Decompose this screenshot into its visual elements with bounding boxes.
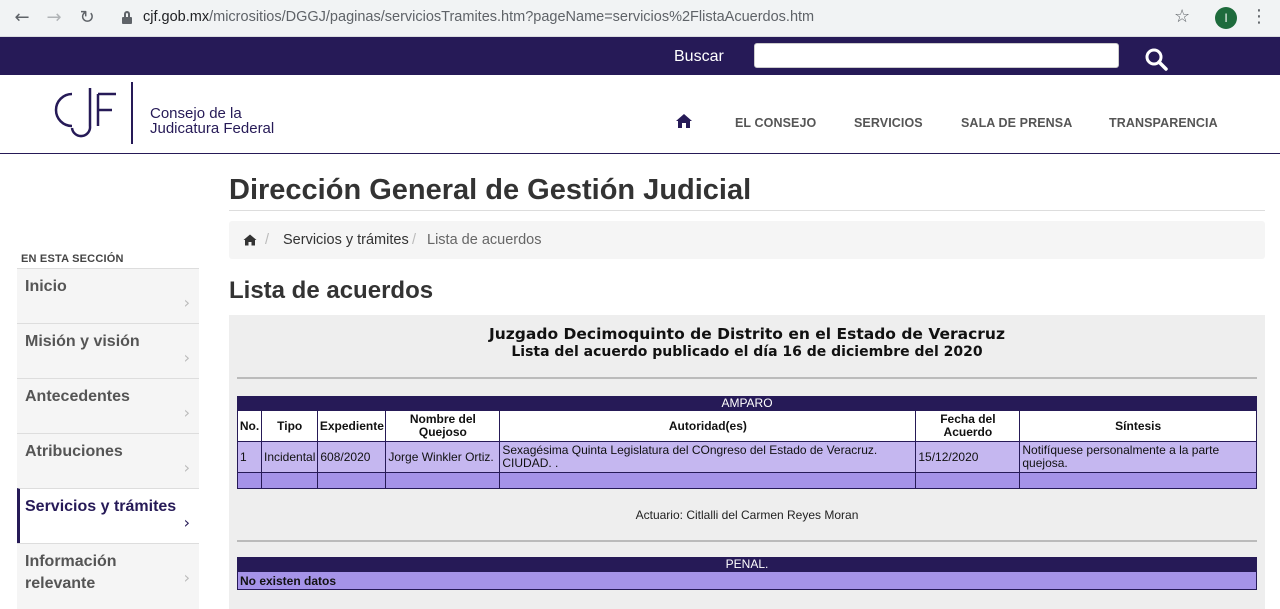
address-bar[interactable]: cjf.gob.mx/micrositios/DGGJ/paginas/serv… [108,4,1204,32]
no-data-message: No existen datos [237,571,1257,590]
sidebar-item-inicio[interactable]: Inicio › [17,268,199,323]
logo-divider [131,82,133,144]
menu-kebab-icon[interactable]: ⋮ [1250,6,1268,27]
amparo-title: AMPARO [237,396,1257,411]
chevron-right-icon: › [183,403,190,422]
table-cell: 1 [237,441,262,473]
chevron-right-icon: › [183,293,190,312]
sidebar-item-label: Misión y visión [25,333,140,350]
column-header: Síntesis [1019,410,1257,442]
url-text[interactable]: cjf.gob.mx/micrositios/DGGJ/paginas/serv… [143,9,814,25]
cjf-logo-mark [54,88,116,138]
penal-table: PENAL. No existen datos [237,557,1257,590]
sidebar-item-label: Servicios y trámites [25,498,177,515]
sidebar-item-label: Antecedentes [25,388,130,405]
bookmark-star-icon[interactable]: ☆ [1174,6,1190,27]
site-header: Consejo de la Judicatura Federal EL CONS… [0,75,1280,154]
breadcrumb-current: Lista de acuerdos [427,232,542,248]
column-header: Expediente [317,410,387,442]
table-cell: 608/2020 [317,441,387,473]
column-header: Fecha del Acuerdo [915,410,1021,442]
sidebar-item-label: Inicio [25,278,67,295]
sidebar-item-informacion[interactable]: Información relevante › [17,543,199,609]
table-cell: Incidental [260,441,319,473]
breadcrumb-separator: / [265,232,270,248]
sidebar-item-atribuciones[interactable]: Atribuciones › [17,433,199,488]
table-header-row: No. Tipo Expediente Nombre del Quejoso A… [237,410,1257,442]
court-subtitle: Lista del acuerdo publicado el día 16 de… [511,344,983,360]
table-cell: 15/12/2020 [915,441,1021,473]
acuerdos-panel: Juzgado Decimoquinto de Distrito en el E… [229,315,1265,609]
nav-servicios[interactable]: SERVICIOS [854,116,923,130]
title-divider [229,210,1265,211]
sidebar-heading: EN ESTA SECCIÓN [21,253,124,265]
sidebar-nav: Inicio › Misión y visión › Antecedentes … [17,268,199,609]
nav-sala-de-prensa[interactable]: SALA DE PRENSA [961,116,1072,130]
chevron-right-icon: › [183,348,190,367]
panel-divider [237,377,1257,379]
breadcrumb-servicios[interactable]: Servicios y trámites [283,232,409,248]
panel-divider [237,540,1257,542]
table-cell: Jorge Winkler Ortiz. [385,441,501,473]
column-header: Nombre del Quejoso [385,410,501,442]
home-icon[interactable] [243,234,257,246]
actuario-text: Actuario: Citlalli del Carmen Reyes Mora… [635,508,859,522]
sidebar-item-label: Información relevante [25,553,117,592]
chevron-right-icon: › [183,458,190,477]
column-header: Tipo [260,410,319,442]
chevron-right-icon: › [183,513,190,532]
search-label: Buscar [674,48,724,65]
forward-arrow-icon[interactable]: → [42,7,66,29]
home-icon[interactable] [675,113,693,129]
table-row-empty [237,472,1257,489]
cjf-logo[interactable]: Consejo de la Judicatura Federal [50,82,300,146]
browser-toolbar: ← → ↻ cjf.gob.mx/micrositios/DGGJ/pagina… [0,0,1280,37]
breadcrumb-separator: / [412,232,417,248]
table-row: 1 Incidental 608/2020 Jorge Winkler Orti… [237,441,1257,473]
chevron-right-icon: › [183,568,190,587]
section-title: Lista de acuerdos [229,277,434,304]
back-arrow-icon[interactable]: ← [10,7,34,29]
sidebar-item-mision[interactable]: Misión y visión › [17,323,199,378]
table-cell: Sexagésima Quinta Legislatura del COngre… [499,441,917,473]
amparo-table: AMPARO No. Tipo Expediente Nombre del Qu… [237,396,1257,489]
column-header: Autoridad(es) [499,410,917,442]
table-cell: Notifíquese personalmente a la parte que… [1019,441,1257,473]
lock-icon [122,11,132,24]
court-name: Juzgado Decimoquinto de Distrito en el E… [488,325,1005,343]
site-search-bar: Buscar [0,37,1280,75]
penal-title: PENAL. [237,557,1257,572]
search-icon[interactable] [1144,47,1168,71]
table-row: No existen datos [237,571,1257,590]
sidebar-item-label: Atribuciones [25,443,123,460]
sidebar-item-antecedentes[interactable]: Antecedentes › [17,378,199,433]
logo-text: Consejo de la Judicatura Federal [150,105,275,137]
reload-icon[interactable]: ↻ [75,7,99,29]
page-title: Dirección General de Gestión Judicial [229,174,752,206]
search-input[interactable] [754,43,1119,68]
profile-avatar[interactable]: I [1215,7,1237,29]
nav-el-consejo[interactable]: EL CONSEJO [735,116,816,130]
column-header: No. [237,410,262,442]
sidebar-item-servicios[interactable]: Servicios y trámites › [17,488,199,543]
breadcrumb: / Servicios y trámites / Lista de acuerd… [229,221,1265,259]
nav-transparencia[interactable]: TRANSPARENCIA [1109,116,1218,130]
